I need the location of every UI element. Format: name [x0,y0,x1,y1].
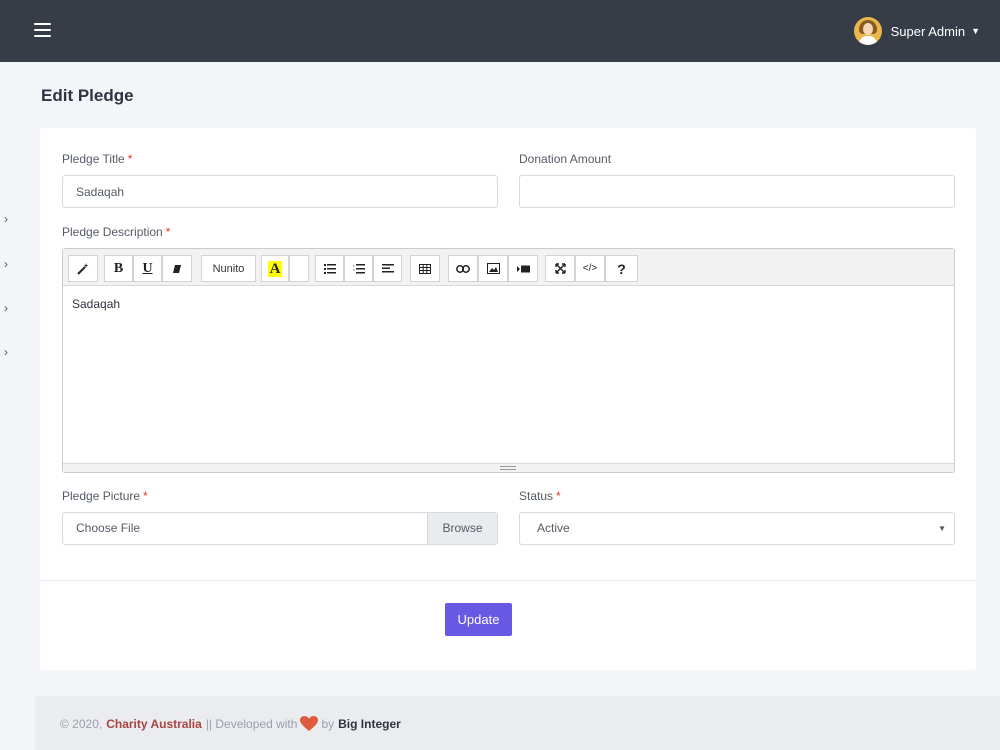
footer: © 2020, Charity Australia || Developed w… [35,696,1000,750]
code-view-button[interactable]: </> [575,255,605,282]
required-mark: * [556,489,561,503]
chevron-right-icon[interactable]: › [4,345,14,359]
user-name: Super Admin [890,23,966,39]
chevron-down-icon: ▼ [971,26,980,36]
caret-down-icon: ▼ [938,524,946,533]
footer-developer-link[interactable]: Big Integer [338,717,401,731]
footer-developed-with: || Developed with [205,717,298,731]
update-button[interactable]: Update [445,603,512,636]
eraser-icon[interactable] [162,255,192,282]
color-dropdown-button[interactable] [289,255,309,282]
footer-copyright: © 2020, [60,717,103,731]
user-menu[interactable]: Super Admin ▼ [853,17,980,45]
status-selected-value: Active [537,521,570,535]
text-color-button[interactable]: A [261,255,289,282]
page-title: Edit Pledge [41,86,134,105]
required-mark: * [127,152,133,166]
donation-amount-label: Donation Amount [519,152,612,166]
table-icon[interactable] [410,255,440,282]
sidebar-collapsed: › › › › [0,62,22,750]
rich-text-editor: B U Nunito A 12 </> ? Sadaqah [62,248,955,473]
video-icon[interactable] [508,255,538,282]
footer-by: by [321,717,335,731]
required-mark: * [143,489,148,503]
required-mark: * [165,225,171,239]
card-divider [40,580,976,581]
color-a-icon: A [267,260,283,277]
file-placeholder: Choose File [76,521,141,535]
magic-wand-icon[interactable] [68,255,98,282]
fullscreen-icon[interactable] [545,255,575,282]
chevron-right-icon[interactable]: › [4,257,14,271]
footer-text: © 2020, Charity Australia || Developed w… [60,716,401,732]
editor-resize-handle[interactable] [63,463,954,472]
help-button[interactable]: ? [605,255,638,282]
file-input[interactable]: Choose File Browse [62,512,498,545]
pledge-description-label: Pledge Description * [62,225,171,239]
pledge-title-input[interactable] [62,175,498,208]
top-navbar: Super Admin ▼ [0,0,1000,62]
chevron-right-icon[interactable]: › [4,301,14,315]
editor-content[interactable]: Sadaqah [72,297,120,311]
image-icon[interactable] [478,255,508,282]
align-icon[interactable] [373,255,402,282]
underline-button[interactable]: U [133,255,162,282]
bold-button[interactable]: B [104,255,133,282]
svg-text:2: 2 [353,268,355,272]
pledge-picture-label: Pledge Picture * [62,489,148,503]
pledge-title-label: Pledge Title * [62,152,133,166]
status-select[interactable]: Active ▼ [519,512,955,545]
hamburger-menu-icon[interactable] [34,23,51,37]
font-name-dropdown[interactable]: Nunito [201,255,256,282]
browse-button[interactable]: Browse [427,513,497,544]
footer-brand-link[interactable]: Charity Australia [106,717,202,731]
status-label: Status * [519,489,561,503]
chevron-right-icon[interactable]: › [4,212,14,226]
unordered-list-icon[interactable] [315,255,344,282]
edit-pledge-card: Pledge Title* Donation Amount Pledge Des… [40,128,976,670]
link-icon[interactable] [448,255,478,282]
ordered-list-icon[interactable]: 12 [344,255,373,282]
editor-toolbar: B U Nunito A 12 </> ? [63,249,954,286]
avatar[interactable] [853,17,882,45]
heart-icon [300,716,319,732]
donation-amount-input[interactable] [519,175,955,208]
